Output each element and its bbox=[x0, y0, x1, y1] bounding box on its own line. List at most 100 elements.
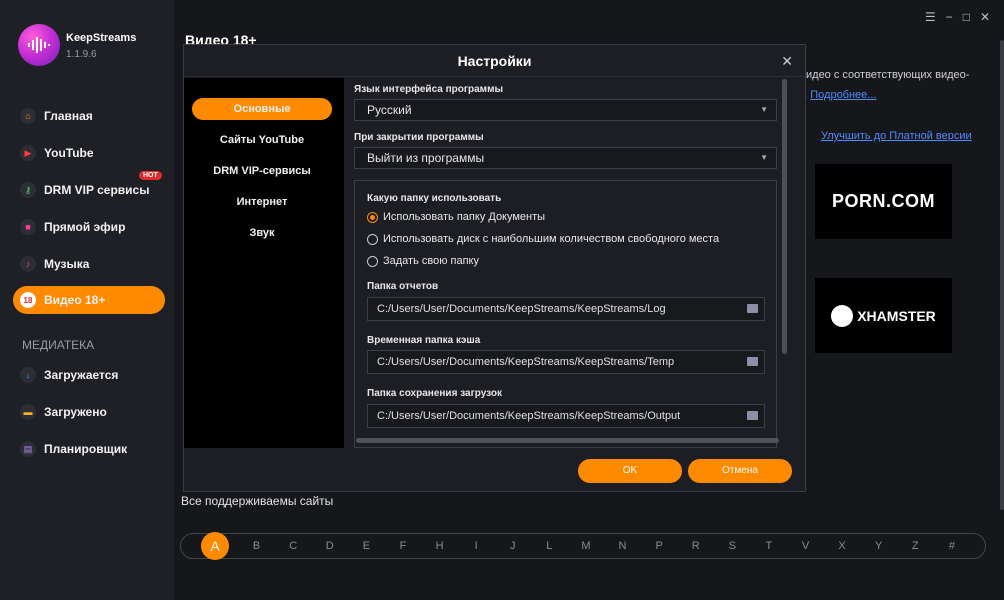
youtube-icon: ▶ bbox=[20, 145, 36, 161]
sidebar-item-label: Музыка bbox=[44, 257, 90, 271]
alphabet-letter-r[interactable]: R bbox=[687, 540, 705, 552]
alphabet-letter-hash[interactable]: # bbox=[943, 540, 961, 552]
minimize-icon[interactable]: − bbox=[946, 10, 953, 24]
alphabet-letter-p[interactable]: P bbox=[650, 540, 668, 552]
close-icon[interactable]: ✕ bbox=[781, 53, 793, 70]
supported-sites-label: Все поддерживаемы сайты bbox=[181, 494, 334, 508]
sidebar-item-adult-video[interactable]: 18 Видео 18+ bbox=[13, 286, 165, 314]
app-name: KeepStreams bbox=[66, 32, 137, 44]
sidebar-item-live[interactable]: ■ Прямой эфир bbox=[13, 213, 165, 241]
output-folder-label: Папка сохранения загрузок bbox=[367, 388, 502, 399]
alphabet-letter-f[interactable]: F bbox=[394, 540, 412, 552]
maximize-icon[interactable]: □ bbox=[963, 10, 970, 24]
alphabet-letter-s[interactable]: S bbox=[723, 540, 741, 552]
sidebar-item-label: Загружается bbox=[44, 368, 119, 382]
language-select[interactable]: Русский ▼ bbox=[354, 99, 777, 121]
app-logo bbox=[18, 24, 60, 66]
settings-content: Язык интерфейса программы Русский ▼ При … bbox=[344, 78, 794, 448]
18-plus-icon: 18 bbox=[20, 292, 36, 308]
sidebar-item-label: Планировщик bbox=[44, 442, 128, 456]
alphabet-letter-t[interactable]: T bbox=[760, 540, 778, 552]
sidebar-item-music[interactable]: ♪ Музыка bbox=[13, 250, 165, 278]
settings-tab-drm[interactable]: DRM VIP-сервисы bbox=[192, 160, 332, 182]
app-version: 1.1.9.6 bbox=[66, 49, 97, 60]
settings-vertical-scrollbar[interactable] bbox=[782, 79, 787, 354]
upgrade-link[interactable]: Улучшить до Платной версии bbox=[821, 130, 972, 142]
temp-folder-label: Временная папка кэша bbox=[367, 335, 481, 346]
on-close-value: Выйти из программы bbox=[367, 151, 485, 165]
settings-horizontal-scrollbar[interactable] bbox=[356, 438, 779, 443]
sidebar-item-label: Прямой эфир bbox=[44, 220, 126, 234]
radio-label: Использовать диск с наибольшим количеств… bbox=[383, 233, 720, 245]
sidebar-item-downloading[interactable]: ↓ Загружается bbox=[13, 361, 165, 389]
settings-nav: Основные Сайты YouTube DRM VIP-сервисы И… bbox=[184, 78, 344, 448]
alphabet-letter-b[interactable]: B bbox=[248, 540, 266, 552]
alphabet-letter-a[interactable]: A bbox=[201, 532, 229, 560]
menu-icon[interactable]: ☰ bbox=[925, 10, 936, 24]
site-name: PORN.COM bbox=[832, 191, 935, 211]
sidebar-item-drm[interactable]: ⚷ DRM VIP сервисы HOT bbox=[13, 171, 165, 204]
site-name: XHAMSTER bbox=[857, 307, 936, 324]
sidebar-item-home[interactable]: ⌂ Главная bbox=[13, 102, 165, 130]
alphabet-letter-i[interactable]: I bbox=[467, 540, 485, 552]
learn-more-link[interactable]: Подробнее... bbox=[810, 89, 876, 101]
on-close-select[interactable]: Выйти из программы ▼ bbox=[354, 147, 777, 169]
alphabet-letter-z[interactable]: Z bbox=[906, 540, 924, 552]
alphabet-letter-j[interactable]: J bbox=[504, 540, 522, 552]
site-card-xhamster[interactable]: XHAMSTER bbox=[815, 278, 952, 353]
alphabet-letter-l[interactable]: L bbox=[540, 540, 558, 552]
alphabet-letter-c[interactable]: C bbox=[284, 540, 302, 552]
alphabet-letter-n[interactable]: N bbox=[614, 540, 632, 552]
settings-tab-sound[interactable]: Звук bbox=[192, 222, 332, 244]
language-value: Русский bbox=[367, 103, 412, 117]
radio-custom-folder[interactable]: Задать свою папку bbox=[367, 255, 479, 267]
on-close-label: При закрытии программы bbox=[354, 132, 484, 143]
alphabet-letter-e[interactable]: E bbox=[357, 540, 375, 552]
folder-icon: ▬ bbox=[20, 404, 36, 420]
live-camera-icon: ■ bbox=[20, 219, 36, 235]
main-scrollbar[interactable] bbox=[1000, 40, 1004, 510]
radio-unselected-icon bbox=[367, 255, 378, 267]
alphabet-letter-y[interactable]: Y bbox=[870, 540, 888, 552]
settings-tab-internet[interactable]: Интернет bbox=[192, 191, 332, 213]
window-controls: ☰ − □ ✕ bbox=[925, 10, 990, 24]
log-folder-path[interactable]: C:/Users/User/Documents/KeepStreams/Keep… bbox=[367, 297, 765, 321]
alphabet-letter-v[interactable]: V bbox=[797, 540, 815, 552]
alphabet-letter-m[interactable]: M bbox=[577, 540, 595, 552]
temp-folder-path[interactable]: C:/Users/User/Documents/KeepStreams/Keep… bbox=[367, 350, 765, 374]
alphabet-filter: A B C D E F H I J L M N P R S T V X Y Z # bbox=[180, 532, 986, 560]
radio-selected-icon bbox=[367, 211, 378, 223]
folder-choice-label: Какую папку использовать bbox=[367, 193, 502, 204]
sidebar-item-scheduler[interactable]: ▤ Планировщик bbox=[13, 435, 165, 463]
log-folder-label: Папка отчетов bbox=[367, 281, 439, 292]
dialog-title: Настройки bbox=[184, 45, 805, 77]
music-note-icon: ♪ bbox=[20, 256, 36, 272]
output-folder-path[interactable]: C:/Users/User/Documents/KeepStreams/Keep… bbox=[367, 404, 765, 428]
cancel-button[interactable]: Отмена bbox=[688, 459, 792, 483]
hot-badge: HOT bbox=[139, 171, 162, 180]
folder-browse-icon[interactable] bbox=[747, 411, 758, 420]
sidebar-item-youtube[interactable]: ▶ YouTube bbox=[13, 139, 165, 167]
site-card-porn-com[interactable]: PORN.COM bbox=[815, 164, 952, 239]
radio-largest-disk[interactable]: Использовать диск с наибольшим количеств… bbox=[367, 233, 719, 245]
radio-documents-folder[interactable]: Использовать папку Документы bbox=[367, 211, 545, 223]
path-value: C:/Users/User/Documents/KeepStreams/Keep… bbox=[377, 303, 666, 315]
ok-button[interactable]: OK bbox=[578, 459, 682, 483]
key-icon: ⚷ bbox=[20, 182, 36, 198]
settings-tab-youtube[interactable]: Сайты YouTube bbox=[192, 129, 332, 151]
close-window-icon[interactable]: ✕ bbox=[980, 10, 990, 24]
alphabet-letter-d[interactable]: D bbox=[321, 540, 339, 552]
sidebar-item-downloaded[interactable]: ▬ Загружено bbox=[13, 398, 165, 426]
radio-unselected-icon bbox=[367, 233, 378, 245]
folder-browse-icon[interactable] bbox=[747, 357, 758, 366]
folder-browse-icon[interactable] bbox=[747, 304, 758, 313]
settings-tab-general[interactable]: Основные bbox=[192, 98, 332, 120]
alphabet-letter-h[interactable]: H bbox=[431, 540, 449, 552]
description-line-2: е. Подробнее... bbox=[798, 89, 876, 101]
sidebar: KeepStreams 1.1.9.6 ⌂ Главная ▶ YouTube … bbox=[0, 0, 174, 600]
settings-dialog: Настройки ✕ Основные Сайты YouTube DRM V… bbox=[183, 44, 806, 492]
path-value: C:/Users/User/Documents/KeepStreams/Keep… bbox=[377, 410, 681, 422]
xhamster-logo-icon bbox=[831, 304, 854, 327]
alphabet-letter-x[interactable]: X bbox=[833, 540, 851, 552]
sidebar-item-label: DRM VIP сервисы bbox=[44, 183, 150, 197]
